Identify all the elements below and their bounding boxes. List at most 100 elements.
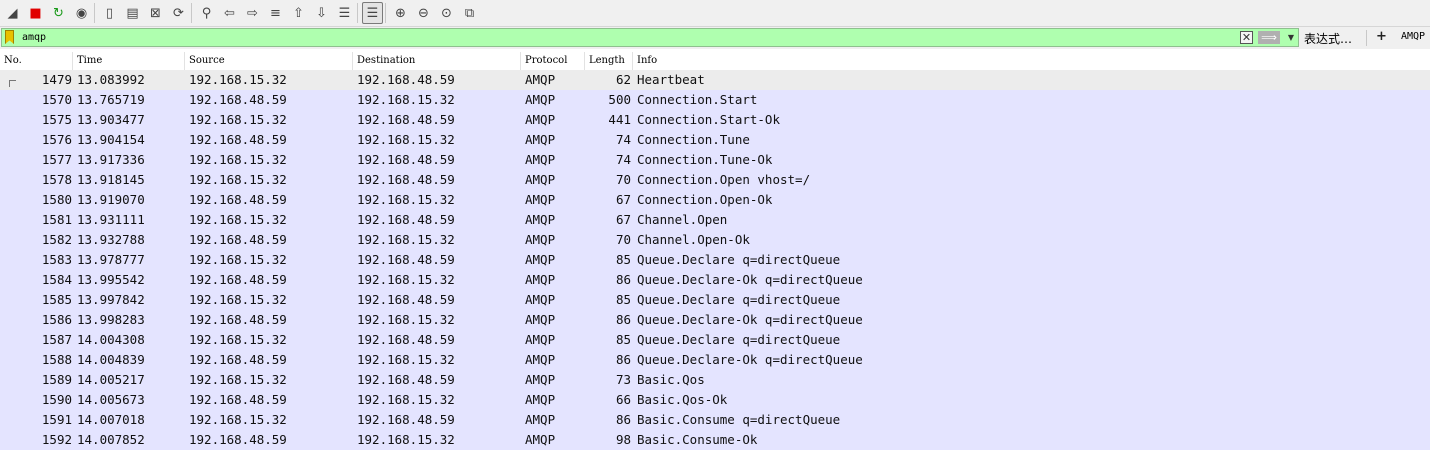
- packet-time-cell: 13.918145: [77, 172, 145, 187]
- auto-scroll-icon[interactable]: ☰: [334, 2, 355, 24]
- packet-row[interactable]: 1580 13.919070 192.168.48.59 192.168.15.32 A…: [0, 190, 1430, 210]
- column-header-info[interactable]: Info: [633, 52, 1430, 70]
- packet-dst-cell: 192.168.48.59: [357, 112, 455, 127]
- packet-len-cell: 86: [615, 312, 631, 327]
- column-header-protocol[interactable]: Protocol: [521, 52, 585, 70]
- packet-src-cell: 192.168.48.59: [189, 432, 287, 447]
- packet-len-cell: 67: [615, 212, 631, 227]
- packet-info-cell: Connection.Tune: [637, 132, 750, 147]
- packet-no-cell: 1580: [41, 192, 72, 207]
- packet-row[interactable]: 1588 14.004839 192.168.48.59 192.168.15.32 A…: [0, 350, 1430, 370]
- clear-filter-icon[interactable]: ✕: [1240, 31, 1253, 44]
- packet-proto-cell: AMQP: [525, 232, 556, 247]
- colorize-icon[interactable]: ☰: [362, 2, 383, 24]
- bookmark-icon[interactable]: [5, 30, 14, 44]
- packet-src-cell: 192.168.15.32: [189, 372, 287, 387]
- packet-row[interactable]: 1583 13.978777 192.168.15.32 192.168.48.59 A…: [0, 250, 1430, 270]
- packet-row[interactable]: 1587 14.004308 192.168.15.32 192.168.48.59 A…: [0, 330, 1430, 350]
- packet-src-cell: 192.168.15.32: [189, 152, 287, 167]
- packet-list[interactable]: No. Time Source Destination Protocol Len…: [0, 52, 1430, 453]
- packet-row[interactable]: 1570 13.765719 192.168.48.59 192.168.15.32 A…: [0, 90, 1430, 110]
- go-forward-icon[interactable]: ⇨: [242, 2, 263, 24]
- packet-time-cell: 14.007852: [77, 432, 145, 447]
- packet-row[interactable]: 1586 13.998283 192.168.48.59 192.168.15.32 A…: [0, 310, 1430, 330]
- packet-proto-cell: AMQP: [525, 312, 556, 327]
- go-back-icon[interactable]: ⇦: [219, 2, 240, 24]
- close-file-icon[interactable]: ⊠: [145, 2, 166, 24]
- packet-proto-cell: AMQP: [525, 412, 556, 427]
- packet-proto-cell: AMQP: [525, 292, 556, 307]
- normal-size-icon[interactable]: ⊙: [436, 2, 457, 24]
- packet-info-cell: Basic.Qos: [637, 372, 705, 387]
- column-header-destination[interactable]: Destination: [353, 52, 521, 70]
- packet-no-cell: 1587: [41, 332, 72, 347]
- packet-row[interactable]: 1582 13.932788 192.168.48.59 192.168.15.32 A…: [0, 230, 1430, 250]
- save-file-icon[interactable]: ▤: [122, 2, 143, 24]
- packet-row[interactable]: 1479 13.083992 192.168.15.32 192.168.48.59 A…: [0, 70, 1430, 90]
- capture-options-icon[interactable]: ◉: [71, 2, 92, 24]
- packet-src-cell: 192.168.48.59: [189, 352, 287, 367]
- packet-row[interactable]: 1591 14.007018 192.168.15.32 192.168.48.59 A…: [0, 410, 1430, 430]
- packet-info-cell: Queue.Declare q=directQueue: [637, 292, 841, 307]
- packet-info-cell: Heartbeat: [637, 72, 705, 87]
- zoom-out-icon[interactable]: ⊖: [413, 2, 434, 24]
- packet-row[interactable]: 1578 13.918145 192.168.15.32 192.168.48.59 A…: [0, 170, 1430, 190]
- packet-src-cell: 192.168.15.32: [189, 412, 287, 427]
- packet-row[interactable]: 1576 13.904154 192.168.48.59 192.168.15.32 A…: [0, 130, 1430, 150]
- zoom-in-icon[interactable]: ⊕: [390, 2, 411, 24]
- packet-src-cell: 192.168.15.32: [189, 212, 287, 227]
- packet-proto-cell: AMQP: [525, 252, 556, 267]
- stop-capture-icon[interactable]: ■: [25, 2, 46, 24]
- display-filter-bar: ✕ ⟹ ▼ 表达式… + AMQP: [0, 27, 1430, 49]
- packet-len-cell: 74: [615, 132, 631, 147]
- packet-time-cell: 14.004308: [77, 332, 145, 347]
- column-header-time[interactable]: Time: [73, 52, 185, 70]
- packet-src-cell: 192.168.15.32: [189, 72, 287, 87]
- go-to-first-icon[interactable]: ⇧: [288, 2, 309, 24]
- open-file-icon[interactable]: ▯: [99, 2, 120, 24]
- apply-filter-icon[interactable]: ⟹: [1258, 31, 1280, 44]
- packet-row[interactable]: 1589 14.005217 192.168.15.32 192.168.48.59 A…: [0, 370, 1430, 390]
- go-to-packet-icon[interactable]: ≡: [265, 2, 286, 24]
- packet-dst-cell: 192.168.48.59: [357, 172, 455, 187]
- start-capture-icon[interactable]: ◢: [2, 2, 23, 24]
- packet-row[interactable]: 1590 14.005673 192.168.48.59 192.168.15.32 A…: [0, 390, 1430, 410]
- packet-info-cell: Channel.Open: [637, 212, 728, 227]
- packet-no-cell: 1479: [41, 72, 72, 87]
- packet-proto-cell: AMQP: [525, 332, 556, 347]
- packet-info-cell: Queue.Declare-Ok q=directQueue: [637, 312, 863, 327]
- packet-dst-cell: 192.168.48.59: [357, 292, 455, 307]
- column-header-length[interactable]: Length: [585, 52, 633, 70]
- filter-history-dropdown-icon[interactable]: ▼: [1285, 31, 1297, 44]
- packet-time-cell: 13.904154: [77, 132, 145, 147]
- packet-row[interactable]: 1581 13.931111 192.168.15.32 192.168.48.59 A…: [0, 210, 1430, 230]
- find-packet-icon[interactable]: ⚲: [196, 2, 217, 24]
- display-filter-field[interactable]: ✕ ⟹ ▼: [1, 28, 1299, 47]
- display-filter-input[interactable]: [22, 30, 1222, 45]
- saved-filter-amqp-button[interactable]: AMQP: [1401, 31, 1425, 42]
- packet-row[interactable]: 1575 13.903477 192.168.15.32 192.168.48.59 A…: [0, 110, 1430, 130]
- column-header-no[interactable]: No.: [0, 52, 73, 70]
- expression-button[interactable]: 表达式…: [1304, 30, 1352, 47]
- resize-columns-icon[interactable]: ⧉: [459, 2, 480, 24]
- packet-info-cell: Connection.Tune-Ok: [637, 152, 773, 167]
- column-header-source[interactable]: Source: [185, 52, 353, 70]
- packet-len-cell: 86: [615, 412, 631, 427]
- packet-src-cell: 192.168.48.59: [189, 272, 287, 287]
- packet-info-cell: Queue.Declare-Ok q=directQueue: [637, 352, 863, 367]
- packet-row[interactable]: 1585 13.997842 192.168.15.32 192.168.48.59 A…: [0, 290, 1430, 310]
- packet-row[interactable]: 1577 13.917336 192.168.15.32 192.168.48.59 A…: [0, 150, 1430, 170]
- go-to-last-icon[interactable]: ⇩: [311, 2, 332, 24]
- restart-capture-icon[interactable]: ↻: [48, 2, 69, 24]
- packet-time-cell: 14.004839: [77, 352, 145, 367]
- packet-row[interactable]: 1592 14.007852 192.168.48.59 192.168.15.32 A…: [0, 430, 1430, 450]
- packet-src-cell: 192.168.48.59: [189, 232, 287, 247]
- packet-dst-cell: 192.168.15.32: [357, 192, 455, 207]
- packet-no-cell: 1578: [41, 172, 72, 187]
- reload-file-icon[interactable]: ⟳: [168, 2, 189, 24]
- packet-row[interactable]: 1584 13.995542 192.168.48.59 192.168.15.32 A…: [0, 270, 1430, 290]
- packet-len-cell: 74: [615, 152, 631, 167]
- packet-len-cell: 86: [615, 352, 631, 367]
- packet-src-cell: 192.168.48.59: [189, 132, 287, 147]
- add-filter-button[interactable]: +: [1376, 29, 1387, 44]
